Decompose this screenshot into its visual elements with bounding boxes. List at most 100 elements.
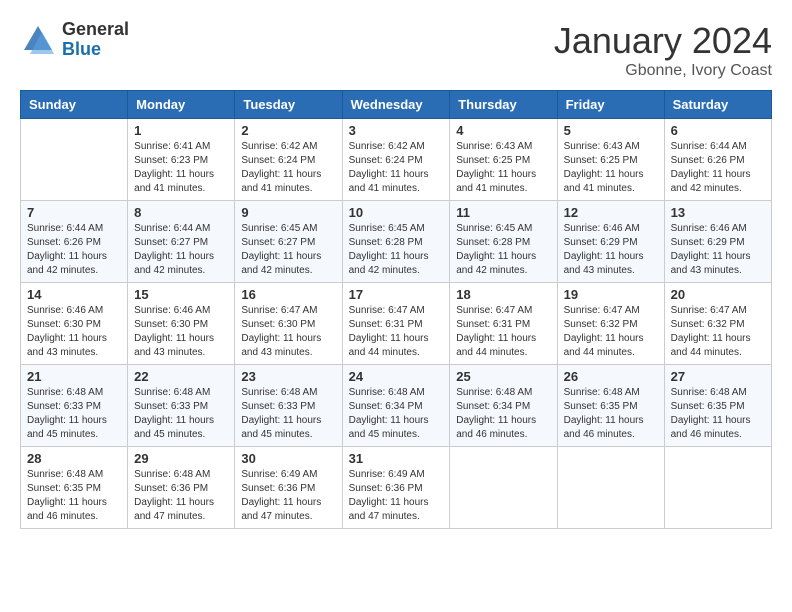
day-number: 15 bbox=[134, 287, 228, 302]
day-number: 23 bbox=[241, 369, 335, 384]
calendar-cell: 12 Sunrise: 6:46 AMSunset: 6:29 PMDayligh… bbox=[557, 201, 664, 283]
calendar-cell bbox=[450, 447, 557, 529]
day-number: 24 bbox=[349, 369, 444, 384]
calendar-week-row: 28 Sunrise: 6:48 AMSunset: 6:35 PMDayligh… bbox=[21, 447, 772, 529]
day-number: 2 bbox=[241, 123, 335, 138]
calendar-cell bbox=[21, 119, 128, 201]
day-info: Sunrise: 6:48 AMSunset: 6:33 PMDaylight:… bbox=[27, 386, 121, 442]
day-info: Sunrise: 6:48 AMSunset: 6:33 PMDaylight:… bbox=[134, 386, 228, 442]
day-info: Sunrise: 6:48 AMSunset: 6:36 PMDaylight:… bbox=[134, 468, 228, 524]
day-info: Sunrise: 6:46 AMSunset: 6:29 PMDaylight:… bbox=[564, 222, 658, 278]
calendar-cell: 15 Sunrise: 6:46 AMSunset: 6:30 PMDayligh… bbox=[128, 283, 235, 365]
day-number: 17 bbox=[349, 287, 444, 302]
day-info: Sunrise: 6:48 AMSunset: 6:34 PMDaylight:… bbox=[349, 386, 444, 442]
weekday-header-sunday: Sunday bbox=[21, 91, 128, 119]
day-info: Sunrise: 6:42 AMSunset: 6:24 PMDaylight:… bbox=[241, 140, 335, 196]
day-number: 7 bbox=[27, 205, 121, 220]
calendar-cell: 8 Sunrise: 6:44 AMSunset: 6:27 PMDaylight… bbox=[128, 201, 235, 283]
weekday-header-friday: Friday bbox=[557, 91, 664, 119]
day-info: Sunrise: 6:43 AMSunset: 6:25 PMDaylight:… bbox=[564, 140, 658, 196]
logo-blue-text: Blue bbox=[62, 40, 129, 60]
day-info: Sunrise: 6:48 AMSunset: 6:35 PMDaylight:… bbox=[27, 468, 121, 524]
day-info: Sunrise: 6:48 AMSunset: 6:33 PMDaylight:… bbox=[241, 386, 335, 442]
calendar-cell: 2 Sunrise: 6:42 AMSunset: 6:24 PMDaylight… bbox=[235, 119, 342, 201]
calendar-cell: 27Sunrise: 6:48 AMSunset: 6:35 PMDayligh… bbox=[664, 365, 771, 447]
calendar-cell: 26 Sunrise: 6:48 AMSunset: 6:35 PMDayligh… bbox=[557, 365, 664, 447]
calendar-week-row: 1 Sunrise: 6:41 AMSunset: 6:23 PMDaylight… bbox=[21, 119, 772, 201]
calendar-cell: 9 Sunrise: 6:45 AMSunset: 6:27 PMDaylight… bbox=[235, 201, 342, 283]
calendar-cell: 6 Sunrise: 6:44 AMSunset: 6:26 PMDaylight… bbox=[664, 119, 771, 201]
day-number: 12 bbox=[564, 205, 658, 220]
calendar-cell: 14Sunrise: 6:46 AMSunset: 6:30 PMDayligh… bbox=[21, 283, 128, 365]
calendar-cell: 20 Sunrise: 6:47 AMSunset: 6:32 PMDayligh… bbox=[664, 283, 771, 365]
calendar-week-row: 7 Sunrise: 6:44 AMSunset: 6:26 PMDaylight… bbox=[21, 201, 772, 283]
weekday-header-monday: Monday bbox=[128, 91, 235, 119]
calendar-cell: 5 Sunrise: 6:43 AMSunset: 6:25 PMDaylight… bbox=[557, 119, 664, 201]
calendar-cell: 25Sunrise: 6:48 AMSunset: 6:34 PMDayligh… bbox=[450, 365, 557, 447]
day-number: 6 bbox=[671, 123, 765, 138]
day-number: 29 bbox=[134, 451, 228, 466]
day-info: Sunrise: 6:47 AMSunset: 6:30 PMDaylight:… bbox=[241, 304, 335, 360]
day-number: 5 bbox=[564, 123, 658, 138]
location-text: Gbonne, Ivory Coast bbox=[554, 62, 772, 80]
calendar-cell: 1 Sunrise: 6:41 AMSunset: 6:23 PMDaylight… bbox=[128, 119, 235, 201]
day-number: 14 bbox=[27, 287, 121, 302]
calendar-cell: 30Sunrise: 6:49 AMSunset: 6:36 PMDayligh… bbox=[235, 447, 342, 529]
calendar-cell: 22Sunrise: 6:48 AMSunset: 6:33 PMDayligh… bbox=[128, 365, 235, 447]
calendar-cell: 3 Sunrise: 6:42 AMSunset: 6:24 PMDaylight… bbox=[342, 119, 450, 201]
day-info: Sunrise: 6:47 AMSunset: 6:32 PMDaylight:… bbox=[564, 304, 658, 360]
calendar-cell: 28 Sunrise: 6:48 AMSunset: 6:35 PMDayligh… bbox=[21, 447, 128, 529]
day-info: Sunrise: 6:44 AMSunset: 6:26 PMDaylight:… bbox=[27, 222, 121, 278]
day-info: Sunrise: 6:48 AMSunset: 6:35 PMDaylight:… bbox=[671, 386, 765, 442]
day-number: 28 bbox=[27, 451, 121, 466]
calendar-cell bbox=[664, 447, 771, 529]
day-info: Sunrise: 6:44 AMSunset: 6:27 PMDaylight:… bbox=[134, 222, 228, 278]
day-number: 4 bbox=[456, 123, 550, 138]
calendar-cell: 31Sunrise: 6:49 AMSunset: 6:36 PMDayligh… bbox=[342, 447, 450, 529]
calendar-cell: 17 Sunrise: 6:47 AMSunset: 6:31 PMDayligh… bbox=[342, 283, 450, 365]
day-number: 16 bbox=[241, 287, 335, 302]
day-number: 21 bbox=[27, 369, 121, 384]
weekday-header-saturday: Saturday bbox=[664, 91, 771, 119]
calendar-cell: 7 Sunrise: 6:44 AMSunset: 6:26 PMDaylight… bbox=[21, 201, 128, 283]
weekday-header-tuesday: Tuesday bbox=[235, 91, 342, 119]
calendar-cell: 10 Sunrise: 6:45 AMSunset: 6:28 PMDayligh… bbox=[342, 201, 450, 283]
day-number: 20 bbox=[671, 287, 765, 302]
day-number: 3 bbox=[349, 123, 444, 138]
calendar-cell: 11 Sunrise: 6:45 AMSunset: 6:28 PMDayligh… bbox=[450, 201, 557, 283]
page-header: General Blue January 2024 Gbonne, Ivory … bbox=[20, 20, 772, 80]
calendar-cell: 29 Sunrise: 6:48 AMSunset: 6:36 PMDayligh… bbox=[128, 447, 235, 529]
day-info: Sunrise: 6:47 AMSunset: 6:31 PMDaylight:… bbox=[349, 304, 444, 360]
logo-general-text: General bbox=[62, 20, 129, 40]
day-info: Sunrise: 6:44 AMSunset: 6:26 PMDaylight:… bbox=[671, 140, 765, 196]
day-number: 26 bbox=[564, 369, 658, 384]
day-info: Sunrise: 6:45 AMSunset: 6:27 PMDaylight:… bbox=[241, 222, 335, 278]
day-number: 1 bbox=[134, 123, 228, 138]
weekday-header-row: SundayMondayTuesdayWednesdayThursdayFrid… bbox=[21, 91, 772, 119]
day-number: 8 bbox=[134, 205, 228, 220]
day-number: 11 bbox=[456, 205, 550, 220]
calendar-cell: 23 Sunrise: 6:48 AMSunset: 6:33 PMDayligh… bbox=[235, 365, 342, 447]
calendar-cell bbox=[557, 447, 664, 529]
day-info: Sunrise: 6:45 AMSunset: 6:28 PMDaylight:… bbox=[349, 222, 444, 278]
calendar-week-row: 14 Sunrise: 6:46 AMSunset: 6:30 PMDayligh… bbox=[21, 283, 772, 365]
day-info: Sunrise: 6:42 AMSunset: 6:24 PMDaylight:… bbox=[349, 140, 444, 196]
day-info: Sunrise: 6:46 AMSunset: 6:30 PMDaylight:… bbox=[134, 304, 228, 360]
month-title: January 2024 bbox=[554, 20, 772, 62]
calendar-week-row: 21 Sunrise: 6:48 AMSunset: 6:33 PMDayligh… bbox=[21, 365, 772, 447]
day-info: Sunrise: 6:49 AMSunset: 6:36 PMDaylight:… bbox=[241, 468, 335, 524]
calendar-cell: 18Sunrise: 6:47 AMSunset: 6:31 PMDayligh… bbox=[450, 283, 557, 365]
day-number: 10 bbox=[349, 205, 444, 220]
day-number: 19 bbox=[564, 287, 658, 302]
calendar-table: SundayMondayTuesdayWednesdayThursdayFrid… bbox=[20, 90, 772, 529]
day-info: Sunrise: 6:47 AMSunset: 6:32 PMDaylight:… bbox=[671, 304, 765, 360]
weekday-header-thursday: Thursday bbox=[450, 91, 557, 119]
day-number: 9 bbox=[241, 205, 335, 220]
day-info: Sunrise: 6:41 AMSunset: 6:23 PMDaylight:… bbox=[134, 140, 228, 196]
day-info: Sunrise: 6:48 AMSunset: 6:35 PMDaylight:… bbox=[564, 386, 658, 442]
calendar-cell: 19 Sunrise: 6:47 AMSunset: 6:32 PMDayligh… bbox=[557, 283, 664, 365]
day-number: 31 bbox=[349, 451, 444, 466]
day-number: 18 bbox=[456, 287, 550, 302]
calendar-cell: 4Sunrise: 6:43 AMSunset: 6:25 PMDaylight… bbox=[450, 119, 557, 201]
day-info: Sunrise: 6:45 AMSunset: 6:28 PMDaylight:… bbox=[456, 222, 550, 278]
